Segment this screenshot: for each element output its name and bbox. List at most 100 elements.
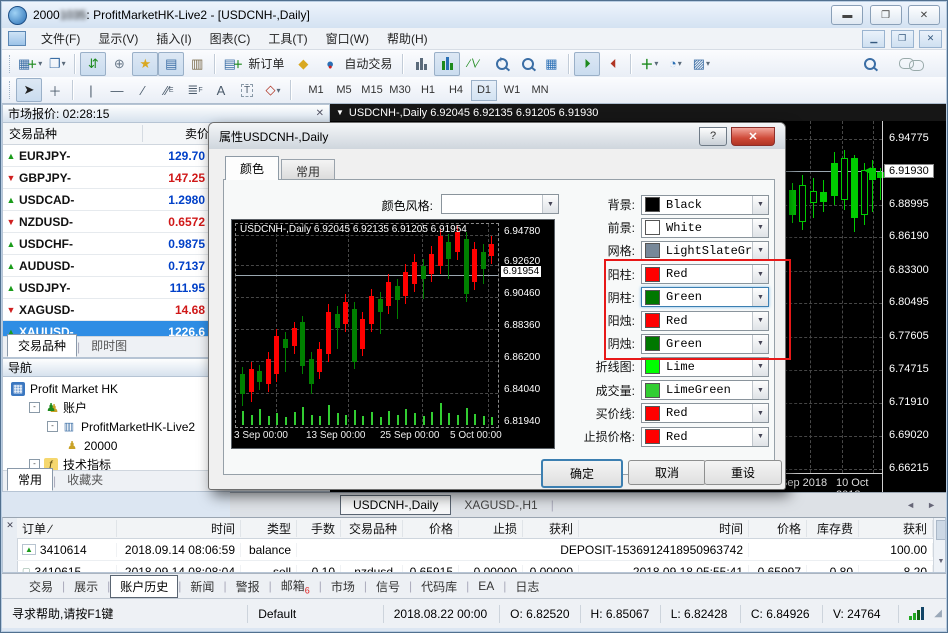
terminal-tab-7[interactable]: 信号 bbox=[367, 576, 409, 597]
strategy-tester-button[interactable]: ▥ bbox=[184, 52, 210, 76]
column-header[interactable]: 时间 bbox=[117, 520, 241, 537]
scrollbar-thumb[interactable] bbox=[936, 520, 946, 540]
chevron-down-icon[interactable]: ▼ bbox=[752, 381, 768, 399]
tile-windows-button[interactable]: ▦ bbox=[538, 52, 564, 76]
tab-common[interactable]: 常用 bbox=[281, 159, 335, 180]
terminal-close-icon[interactable]: ✕ bbox=[3, 518, 17, 531]
terminal-toggle-button[interactable]: ▤ bbox=[158, 52, 184, 76]
ok-button[interactable]: 确定 bbox=[541, 459, 623, 488]
chevron-down-icon[interactable]: ▼ bbox=[752, 242, 768, 260]
menu-item[interactable]: 工具(T) bbox=[259, 28, 316, 49]
dialog-help-button[interactable]: ? bbox=[699, 127, 727, 146]
column-symbol[interactable]: 交易品种 bbox=[3, 125, 143, 142]
chart-shift-button[interactable]: ⏴ bbox=[600, 52, 626, 76]
terminal-tab-2[interactable]: 账户历史 bbox=[110, 575, 178, 598]
timeframe-button-m15[interactable]: M15 bbox=[359, 80, 385, 101]
timeframe-button-d1[interactable]: D1 bbox=[471, 80, 497, 101]
chevron-down-icon[interactable]: ▼ bbox=[752, 335, 768, 353]
timeframe-button-m30[interactable]: M30 bbox=[387, 80, 413, 101]
terminal-tab-8[interactable]: 代码库 bbox=[412, 576, 466, 597]
column-header[interactable]: 类型 bbox=[241, 520, 297, 537]
menu-item[interactable]: 图表(C) bbox=[201, 28, 260, 49]
chart-scroll-left-icon[interactable]: ◄ bbox=[906, 500, 915, 510]
reset-button[interactable]: 重设 bbox=[704, 460, 782, 485]
column-header[interactable]: 获利 bbox=[523, 520, 579, 537]
column-header[interactable]: 手数 bbox=[297, 520, 341, 537]
crosshair-tool-button[interactable]: ＋ bbox=[42, 78, 68, 102]
new-chart-button[interactable]: ▦＋▾ bbox=[16, 52, 44, 76]
column-header[interactable]: 交易品种 bbox=[341, 520, 403, 537]
menu-item[interactable]: 帮助(H) bbox=[378, 28, 437, 49]
restore-button[interactable]: ❐ bbox=[870, 5, 902, 25]
shapes-tool-button[interactable]: ◇▾ bbox=[260, 78, 286, 102]
column-header[interactable]: 价格 bbox=[749, 520, 807, 537]
terminal-tab-0[interactable]: 交易 bbox=[20, 576, 62, 597]
cancel-button[interactable]: 取消 bbox=[628, 460, 706, 485]
vertical-line-tool-button[interactable]: | bbox=[78, 78, 104, 102]
chevron-down-icon[interactable]: ▼ bbox=[752, 428, 768, 446]
metaeditor-button[interactable]: ◆ bbox=[290, 52, 316, 76]
profiles-button[interactable]: ❐▾ bbox=[44, 52, 70, 76]
minimize-button[interactable]: ▬ bbox=[831, 5, 863, 25]
trendline-tool-button[interactable]: ∕ bbox=[130, 78, 156, 102]
toolbar-grip[interactable] bbox=[9, 81, 13, 99]
chevron-down-icon[interactable]: ▼ bbox=[752, 404, 768, 422]
market-watch-tab[interactable]: 交易品种 bbox=[7, 334, 77, 357]
data-window-button[interactable]: ⊕ bbox=[106, 52, 132, 76]
chevron-down-icon[interactable]: ▼ bbox=[752, 358, 768, 376]
chart-tab[interactable]: XAGUSD-,H1 bbox=[451, 495, 550, 515]
close-button[interactable]: ✕ bbox=[908, 5, 940, 25]
terminal-tab-9[interactable]: EA bbox=[469, 577, 503, 595]
connection-status-icon[interactable] bbox=[898, 605, 934, 623]
color-setting-select[interactable]: Red▼ bbox=[641, 264, 769, 284]
terminal-tab-4[interactable]: 警报 bbox=[227, 576, 269, 597]
menu-item[interactable]: 插入(I) bbox=[147, 28, 200, 49]
color-setting-select[interactable]: LightSlateGr▼ bbox=[641, 241, 769, 261]
column-header[interactable]: 价格 bbox=[403, 520, 459, 537]
timeframe-button-w1[interactable]: W1 bbox=[499, 80, 525, 101]
auto-scroll-button[interactable]: ⏵ bbox=[574, 52, 600, 76]
color-setting-select[interactable]: White▼ bbox=[641, 218, 769, 238]
color-setting-select[interactable]: Red▼ bbox=[641, 403, 769, 423]
terminal-tab-5[interactable]: 邮箱6 bbox=[272, 575, 319, 597]
cursor-tool-button[interactable]: ➤ bbox=[16, 78, 42, 102]
menu-item[interactable]: 窗口(W) bbox=[317, 28, 378, 49]
market-watch-tab[interactable]: 即时图 bbox=[80, 334, 138, 357]
timeframe-button-h4[interactable]: H4 bbox=[443, 80, 469, 101]
market-watch-toggle-button[interactable]: ⇵ bbox=[80, 52, 106, 76]
mdi-close-button[interactable]: ✕ bbox=[919, 30, 942, 48]
color-setting-select[interactable]: LimeGreen▼ bbox=[641, 380, 769, 400]
timeframe-button-h1[interactable]: H1 bbox=[415, 80, 441, 101]
text-label-tool-button[interactable]: T bbox=[234, 78, 260, 102]
tab-colors[interactable]: 颜色 bbox=[225, 156, 279, 180]
resize-grip[interactable]: ◢ bbox=[934, 608, 942, 619]
column-header[interactable]: 时间 bbox=[579, 520, 749, 537]
chevron-down-icon[interactable]: ▼ bbox=[752, 219, 768, 237]
templates-button[interactable]: ▨▾ bbox=[688, 52, 714, 76]
dialog-titlebar[interactable]: 属性USDCNH-,Daily ? ✕ bbox=[209, 123, 785, 149]
table-row[interactable]: ▢34106152018.09.14 08:08:04sell0.10nzdus… bbox=[17, 561, 933, 573]
menu-item[interactable]: 显示(V) bbox=[89, 28, 147, 49]
timeframe-button-mn[interactable]: MN bbox=[527, 80, 553, 101]
scrollbar-down-icon[interactable]: ▼ bbox=[934, 558, 946, 565]
autotrading-button[interactable]: ●● bbox=[316, 52, 342, 76]
color-setting-select[interactable]: Red▼ bbox=[641, 311, 769, 331]
zoom-out-button[interactable]: − bbox=[512, 52, 538, 76]
column-header[interactable]: 订单 ∕ bbox=[17, 520, 117, 537]
color-setting-select[interactable]: Lime▼ bbox=[641, 357, 769, 377]
menu-item[interactable]: 文件(F) bbox=[32, 28, 89, 49]
toolbar-grip[interactable] bbox=[9, 55, 13, 73]
bar-chart-type-button[interactable] bbox=[408, 52, 434, 76]
column-header[interactable]: 获利 bbox=[859, 520, 933, 537]
column-header[interactable]: 止损 bbox=[459, 520, 523, 537]
navigator-tab[interactable]: 收藏夹 bbox=[56, 468, 114, 491]
periods-button[interactable]: ◔▾ bbox=[662, 52, 688, 76]
chevron-down-icon[interactable]: ▼ bbox=[752, 196, 768, 214]
status-profile[interactable]: Default bbox=[247, 605, 383, 623]
terminal-tab-6[interactable]: 市场 bbox=[322, 576, 364, 597]
market-watch-close-icon[interactable]: ✕ bbox=[316, 108, 324, 119]
color-setting-select[interactable]: Green▼ bbox=[641, 287, 769, 307]
column-header[interactable]: 库存费 bbox=[807, 520, 859, 537]
horizontal-line-tool-button[interactable]: — bbox=[104, 78, 130, 102]
table-row[interactable]: ▲34106142018.09.14 08:06:59balanceDEPOSI… bbox=[17, 539, 933, 561]
